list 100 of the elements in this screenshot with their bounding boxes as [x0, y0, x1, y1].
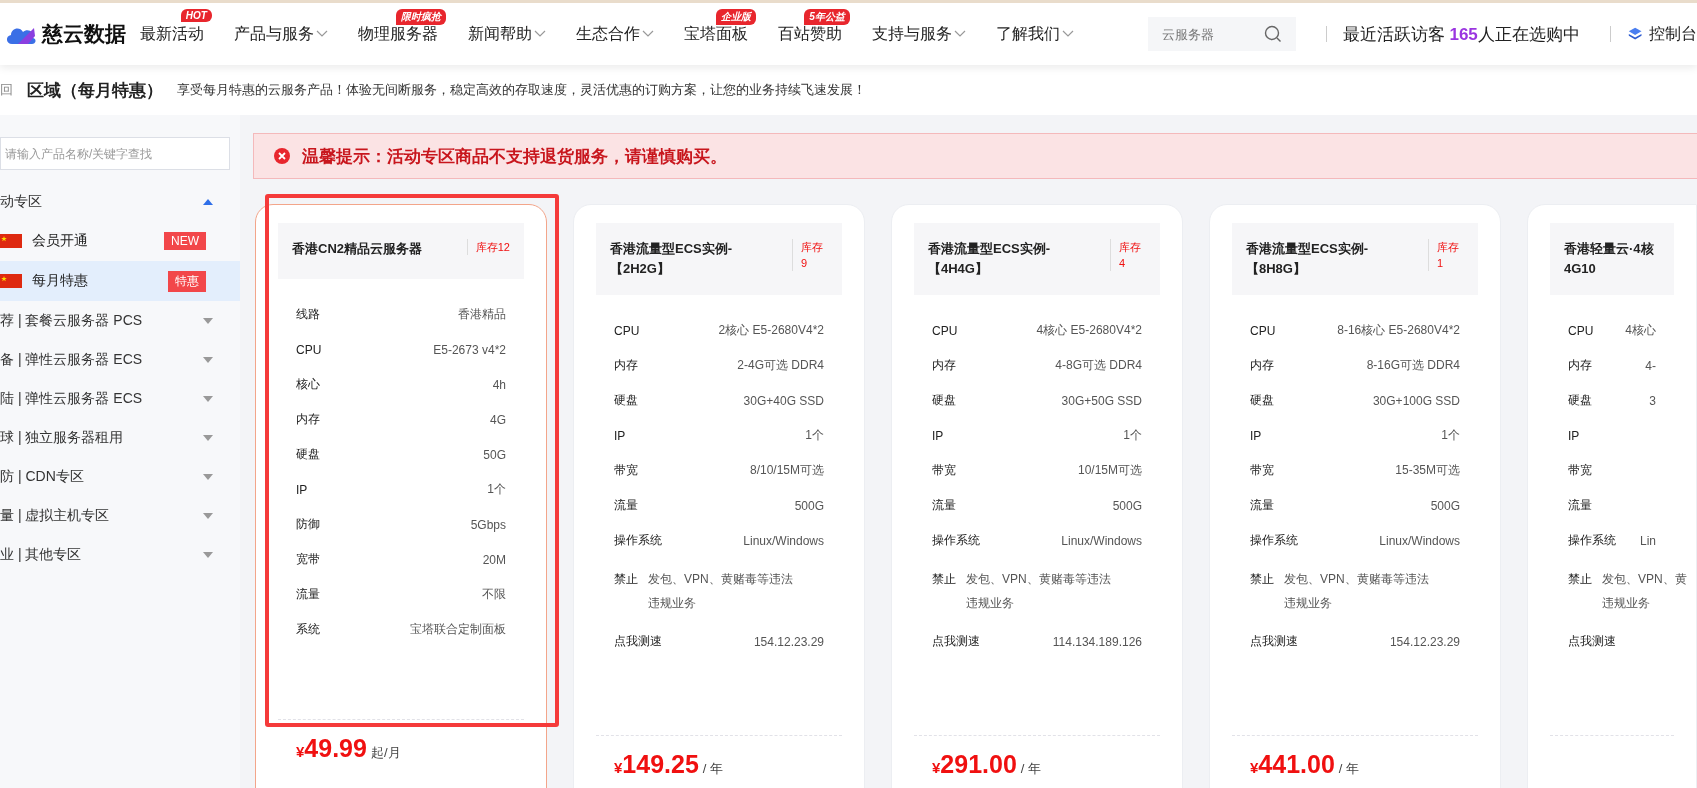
price: ¥291.00 — [932, 750, 1017, 779]
spec-value: 500G — [1430, 498, 1460, 513]
spec-label: 禁止 — [1568, 571, 1592, 588]
spec-value: 30G+100G SSD — [1372, 393, 1460, 408]
spec-value: 4-8G可选 DDR4 — [1055, 357, 1142, 374]
console-link[interactable]: 控制台 — [1649, 23, 1697, 45]
nav-link[interactable]: 宝塔面板 — [683, 23, 748, 45]
spec-value: 不限 — [482, 586, 506, 603]
spec-label: CPU — [296, 342, 322, 357]
product-card[interactable]: 香港流量型ECS实例-【4H4G】 库存 4 CPU 4核心 E5-2680V4*2 内存 4-8G可选 DDR4 硬盘 30G+50G SSD IP 1个 带宽 10/15M可选 流量 500G 操作系统 Linux/Windows 禁止 发包、VPN、黄赌毒等违法 违规业务 点我测速 114.134.189.126 ¥291.00 / 年 — [891, 204, 1183, 788]
spec-label: CPU — [614, 323, 640, 338]
flag-icon — [0, 274, 22, 288]
product-card[interactable]: 香港流量型ECS实例-【8H8G】 库存 1 CPU 8-16核心 E5-2680V4*2 内存 8-16G可选 DDR4 硬盘 30G+100G SSD IP 1个 带宽 15-35M可选 流量 500G 操作系统 Linux/Windows 禁止 发包、VPN、黄赌毒等违法 违规业务 点我测速 154.12.23.29 ¥441.00 / 年 — [1209, 204, 1501, 788]
spec-value: 8/10/15M可选 — [749, 462, 824, 479]
product-card[interactable]: 香港CN2精品云服务器 库存12 线路 香港精品 CPU E5-2673 v4*2 核心 4h 内存 4G 硬盘 50G IP 1个 防御 5Gbps 宽带 20M 流量 不限 系统 宝塔联合定制面板 ¥49.99 起/月 — [255, 204, 547, 788]
spec-value: 香港精品 — [458, 306, 506, 323]
nav-badge: 企业版 — [715, 8, 756, 25]
spec-label: 流量 — [1250, 497, 1274, 514]
nav-link[interactable]: 了解我们 — [995, 23, 1074, 45]
spec-label: 内存 — [932, 357, 956, 374]
back-link[interactable]: 回 — [0, 81, 13, 99]
spec-label: 禁止 — [1250, 571, 1274, 588]
spec-label: CPU — [932, 323, 958, 338]
category-header[interactable]: 荐 | 套餐云服务器 PCS — [0, 301, 240, 340]
spec-label: 防御 — [296, 516, 320, 533]
spec-value: 50G — [483, 447, 506, 462]
category-header[interactable]: 动专区 — [0, 182, 240, 221]
category-header[interactable]: 业 | 其他专区 — [0, 535, 240, 574]
product-title: 香港流量型ECS实例-【8H8G】 — [1246, 240, 1370, 278]
spec-label: 硬盘 — [296, 446, 320, 463]
price-unit: / 年 — [1338, 760, 1360, 778]
search-field[interactable]: 云服务器 — [1147, 17, 1296, 51]
stock-label: 库存 1 — [1428, 239, 1464, 271]
spec-label: IP — [1568, 428, 1580, 443]
nav-badge: 限时疯抢 — [395, 8, 446, 25]
spec-label: IP — [1250, 428, 1262, 443]
product-card[interactable]: 香港轻量云·4核4G10 CPU 4核心 内存 4- 硬盘 3 IP 带宽 流量 操作系统 Lin 禁止 发包、VPN、黄 违规业务 点我测速 — [1527, 204, 1697, 788]
logo-text[interactable]: 慈云数据 — [42, 20, 126, 48]
spec-label: 内存 — [614, 357, 638, 374]
nav-link[interactable]: 物理服务器 — [357, 23, 438, 45]
category-header[interactable]: 备 | 弹性云服务器 ECS — [0, 340, 240, 379]
spec-label: 内存 — [1250, 357, 1274, 374]
spec-label: CPU — [1250, 323, 1276, 338]
spec-value: 4h — [492, 377, 506, 392]
product-card[interactable]: 香港流量型ECS实例-【2H2G】 库存 9 CPU 2核心 E5-2680V4*2 内存 2-4G可选 DDR4 硬盘 30G+40G SSD IP 1个 带宽 8/10/15M可选 流量 500G 操作系统 Linux/Windows 禁止 发包、VPN、黄赌毒等违法 违规业务 点我测速 154.12.23.29 ¥149.25 / 年 — [573, 204, 865, 788]
spec-value: E5-2673 v4*2 — [433, 342, 506, 357]
nav-link[interactable]: 产品与服务 — [233, 23, 328, 45]
spec-value: 4- — [1645, 358, 1656, 373]
search-icon[interactable] — [1263, 25, 1282, 43]
spec-value: 30G+40G SSD — [743, 393, 824, 408]
price-unit: / 年 — [702, 760, 724, 778]
category-item[interactable]: 每月特惠 特惠 — [0, 261, 240, 301]
page-title: 区域（每月特惠） — [27, 79, 163, 102]
product-search-field[interactable]: 请输入产品名称/关键字查找 — [0, 137, 230, 170]
category-item[interactable]: 会员开通 NEW — [0, 221, 240, 261]
spec-label: 流量 — [296, 586, 320, 603]
spec-label: 内存 — [1568, 357, 1592, 374]
spec-label: 带宽 — [1568, 462, 1592, 479]
spec-value: 发包、VPN、黄赌毒等违法 违规业务 — [648, 571, 793, 612]
category-header[interactable]: 球 | 独立服务器租用 — [0, 418, 240, 457]
spec-value: 8-16核心 E5-2680V4*2 — [1337, 322, 1460, 339]
spec-value: 4核心 E5-2680V4*2 — [1036, 322, 1142, 339]
nav-badge: HOT — [180, 8, 212, 22]
spec-value: Linux/Windows — [1061, 533, 1142, 548]
nav-badge: 5年公益 — [804, 8, 850, 25]
spec-value: 发包、VPN、黄 违规业务 — [1602, 571, 1687, 612]
spec-label: 操作系统 — [1568, 532, 1616, 549]
spec-label: 操作系统 — [932, 532, 980, 549]
nav-link[interactable]: 百站赞助 — [777, 23, 842, 45]
error-icon — [274, 148, 290, 164]
product-title: 香港流量型ECS实例-【2H2G】 — [610, 240, 734, 278]
nav-link[interactable]: 新闻帮助 — [467, 23, 546, 45]
spec-value: 发包、VPN、黄赌毒等违法 违规业务 — [1284, 571, 1429, 612]
category-header[interactable]: 陆 | 弹性云服务器 ECS — [0, 379, 240, 418]
category-header[interactable]: 防 | CDN专区 — [0, 457, 240, 496]
stock-label: 库存 4 — [1110, 239, 1146, 271]
spec-label: 操作系统 — [614, 532, 662, 549]
product-title: 香港轻量云·4核4G10 — [1564, 240, 1655, 278]
category-header[interactable]: 量 | 虚拟主机专区 — [0, 496, 240, 535]
category-tag: 特惠 — [168, 270, 206, 292]
price-unit: / 年 — [1020, 760, 1042, 778]
spec-label: IP — [614, 428, 626, 443]
price: ¥441.00 — [1250, 750, 1335, 779]
spec-value: 8-16G可选 DDR4 — [1366, 357, 1460, 374]
nav-link[interactable]: 支持与服务 — [871, 23, 966, 45]
nav-link[interactable]: 生态合作 — [575, 23, 654, 45]
spec-value: 1个 — [1123, 427, 1142, 444]
spec-value: 20M — [482, 552, 506, 567]
spec-label: 带宽 — [614, 462, 638, 479]
nav-link[interactable]: 最新活动 — [139, 23, 204, 45]
spec-label: 硬盘 — [1250, 392, 1274, 409]
price: ¥149.25 — [614, 750, 699, 779]
spec-label: IP — [296, 482, 308, 497]
spec-label: 硬盘 — [932, 392, 956, 409]
product-title: 香港流量型ECS实例-【4H4G】 — [928, 240, 1052, 278]
spec-label: 带宽 — [1250, 462, 1274, 479]
spec-label: 点我测速 — [1250, 633, 1298, 650]
spec-label: 线路 — [296, 306, 320, 323]
spec-label: 点我测速 — [932, 633, 980, 650]
spec-value: 宝塔联合定制面板 — [410, 621, 506, 638]
